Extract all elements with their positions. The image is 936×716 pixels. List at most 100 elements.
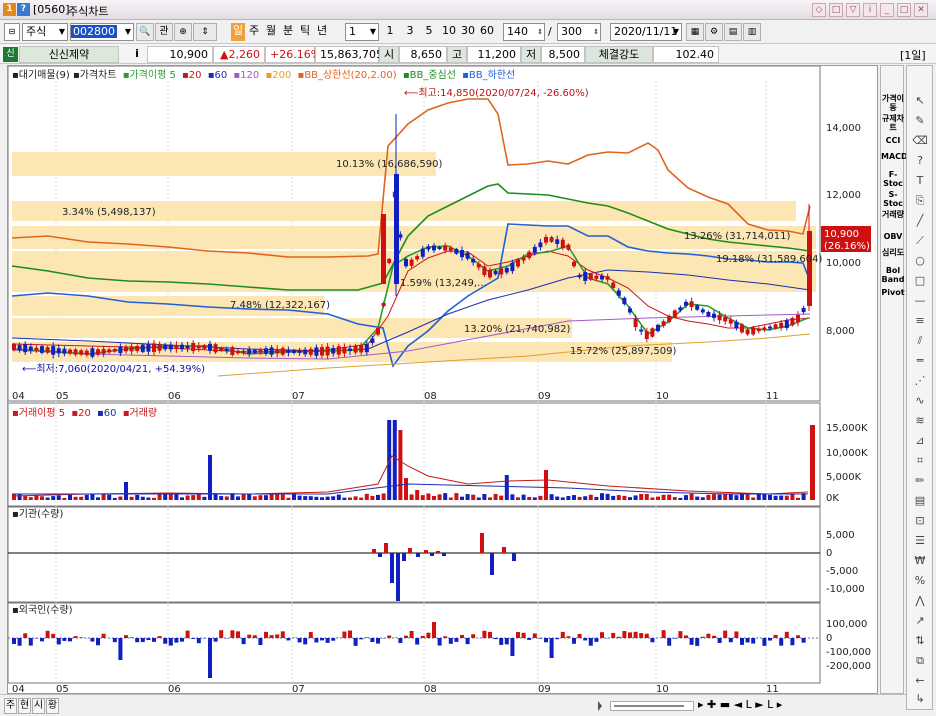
help-icon[interactable]: ? xyxy=(17,3,30,16)
total-input[interactable]: 300 ⇕ xyxy=(557,23,601,41)
period-month[interactable]: 월 xyxy=(264,23,278,41)
favorite-icon[interactable]: ⊕ xyxy=(174,23,192,41)
indicator-regulation[interactable]: 규제차트 xyxy=(881,114,905,132)
lock-icon[interactable]: ⊟ xyxy=(4,23,20,41)
table-icon[interactable]: ▥ xyxy=(743,23,761,41)
corner-icon[interactable]: ↳ xyxy=(909,690,931,708)
tool-icon[interactable]: ▽ xyxy=(846,3,860,17)
percent-icon[interactable]: % xyxy=(909,572,931,590)
line-icon[interactable]: ⟋ xyxy=(909,232,931,250)
volume-bar xyxy=(224,496,229,500)
multi-chart-icon[interactable]: ⧉ xyxy=(909,652,931,670)
period-minute[interactable]: 분 xyxy=(281,23,295,41)
tab-market[interactable]: 시 xyxy=(32,698,45,714)
zigzag-icon[interactable]: ⋀ xyxy=(909,592,931,610)
link-icon[interactable]: ◇ xyxy=(812,3,826,17)
quote-bar: 신 신신제약 i 10,900 ▲2,260 +26.16% 15,863,70… xyxy=(0,44,936,64)
text-icon[interactable]: T xyxy=(909,172,931,190)
unit-30[interactable]: 30 xyxy=(459,23,477,41)
indicator-macd[interactable]: MACD xyxy=(881,152,908,161)
channel-icon[interactable]: ⫽ xyxy=(909,332,931,350)
indicator-bolband[interactable]: Bol Band xyxy=(881,266,905,284)
fib-icon[interactable]: ≡ xyxy=(909,312,931,330)
app-icon[interactable]: 1 xyxy=(3,3,16,16)
back-icon[interactable]: ← xyxy=(909,672,931,690)
price-icon[interactable]: ₩ xyxy=(909,552,931,570)
chart-svg[interactable]: 10.13% (16,686,590) 3.34% (5,498,137) 13… xyxy=(7,65,879,695)
minimize-button[interactable]: _ xyxy=(880,3,894,17)
period-tick[interactable]: 틱 xyxy=(298,23,312,41)
wave-icon[interactable]: ≋ xyxy=(909,412,931,430)
period-year[interactable]: 년 xyxy=(315,23,329,41)
calendar-icon[interactable]: ▦ xyxy=(686,23,704,41)
dash-icon[interactable]: — xyxy=(909,292,931,310)
scrollbar[interactable] xyxy=(610,701,694,711)
candle-body xyxy=(286,350,291,353)
count-input[interactable]: 140 ⇕ xyxy=(503,23,545,41)
foreign-bar xyxy=(611,632,616,638)
candle-body xyxy=(303,349,308,355)
maximize-button[interactable]: □ xyxy=(897,3,911,17)
unit-select[interactable]: 1 ▼ xyxy=(345,23,379,41)
lock-icon[interactable]: ⊡ xyxy=(909,512,931,530)
candle-body xyxy=(779,322,784,328)
date-select[interactable]: 2020/11/11 ▼ xyxy=(610,23,682,41)
stack-icon[interactable]: ☰ xyxy=(909,532,931,550)
clip-icon[interactable]: ⎘ xyxy=(909,192,931,210)
indicator-pivot[interactable]: Pivot xyxy=(881,288,905,297)
info-icon[interactable]: i xyxy=(863,3,877,17)
close-button[interactable]: ✕ xyxy=(914,3,928,17)
candle-body xyxy=(308,349,313,355)
updown-spinner[interactable]: ⇕ xyxy=(193,23,217,41)
period-week[interactable]: 주 xyxy=(247,23,261,41)
unit-1[interactable]: 1 xyxy=(383,23,397,41)
indicator-cci[interactable]: CCI xyxy=(881,136,905,145)
compare-icon[interactable]: ⇅ xyxy=(909,632,931,650)
question-icon[interactable]: ? xyxy=(909,152,931,170)
scroll-left-icon[interactable] xyxy=(598,701,604,711)
hline-icon[interactable]: ═ xyxy=(909,352,931,370)
arrow-diag-icon[interactable]: ↗ xyxy=(909,612,931,630)
eraser-icon[interactable]: ✎ xyxy=(909,112,931,130)
indicator-price-ma[interactable]: 가격이동 xyxy=(881,94,905,112)
zoom-buttons[interactable]: ▸ ✚ ▬ ◄ L ► L ▸ xyxy=(698,698,782,711)
search-button[interactable]: 관 xyxy=(155,23,173,41)
tab-week[interactable]: 주 xyxy=(4,698,17,714)
ruler-icon[interactable]: ⌗ xyxy=(909,452,931,470)
pencil-icon[interactable]: ✏ xyxy=(909,472,931,490)
foreign-bar xyxy=(521,632,526,638)
tab-current[interactable]: 현 xyxy=(18,698,31,714)
unit-5[interactable]: 5 xyxy=(422,23,436,41)
indicator-psy[interactable]: 심리도 xyxy=(881,248,905,257)
pin-icon[interactable]: □ xyxy=(829,3,843,17)
settings-icon[interactable]: ⚙ xyxy=(705,23,723,41)
rect-icon[interactable]: □ xyxy=(909,272,931,290)
trendline-icon[interactable]: ╱ xyxy=(909,212,931,230)
info-icon[interactable]: i xyxy=(131,47,143,60)
indicator-volume[interactable]: 거래량 xyxy=(881,210,905,219)
fan-icon[interactable]: ⋰ xyxy=(909,372,931,390)
foreign-bar xyxy=(678,631,683,638)
indicator-obv[interactable]: OBV xyxy=(881,232,905,241)
table-icon[interactable]: ▤ xyxy=(909,492,931,510)
unit-10[interactable]: 10 xyxy=(440,23,458,41)
gann-icon[interactable]: ⊿ xyxy=(909,432,931,450)
search-icon[interactable]: 🔍 xyxy=(136,23,154,41)
cycle-icon[interactable]: ∿ xyxy=(909,392,931,410)
circle-icon[interactable]: ○ xyxy=(909,252,931,270)
print-icon[interactable]: ▤ xyxy=(724,23,742,41)
indicator-sstoc[interactable]: S-Stoc xyxy=(881,190,905,208)
period-day[interactable]: 일 xyxy=(231,23,245,41)
delete-all-icon[interactable]: ⌫ xyxy=(909,132,931,150)
cursor-icon[interactable]: ↖ xyxy=(909,92,931,110)
scroll-thumb[interactable] xyxy=(614,705,684,707)
market-select[interactable]: 주식 ▼ xyxy=(22,23,68,41)
unit-3[interactable]: 3 xyxy=(403,23,417,41)
code-input[interactable]: 002800 ▼ xyxy=(70,23,134,41)
unit-60[interactable]: 60 xyxy=(478,23,496,41)
stock-name[interactable]: 신신제약 xyxy=(19,46,119,63)
chart-area[interactable]: 10.13% (16,686,590) 3.34% (5,498,137) 13… xyxy=(7,65,879,695)
volume-bar xyxy=(320,497,324,500)
tab-status[interactable]: 황 xyxy=(46,698,59,714)
indicator-fstoc[interactable]: F-Stoc xyxy=(881,170,905,188)
